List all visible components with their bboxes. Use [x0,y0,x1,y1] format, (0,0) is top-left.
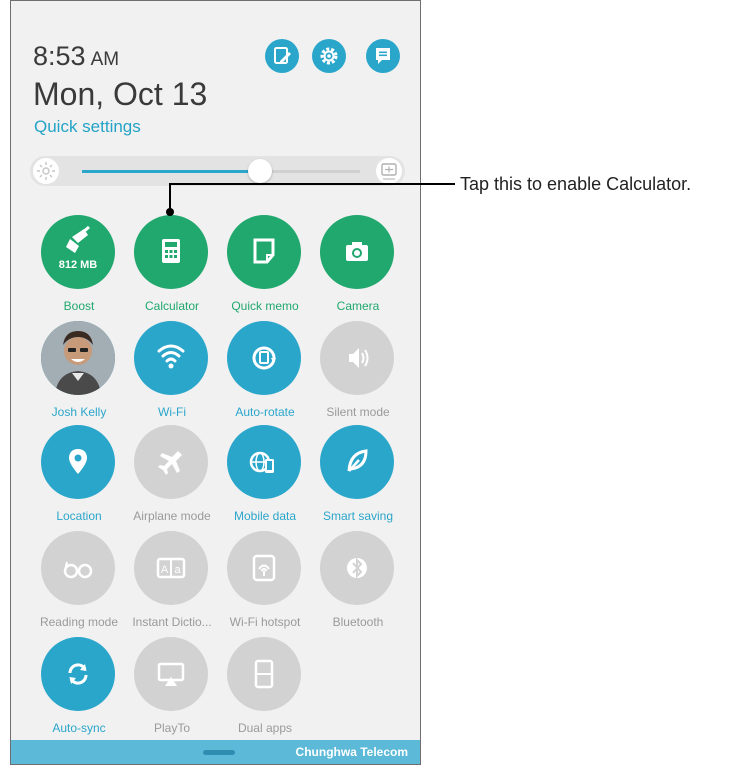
tile-button[interactable] [134,425,208,499]
tile-mobile-data[interactable]: Mobile data [217,425,309,525]
message-button[interactable] [366,39,400,73]
bottom-bar: Chunghwa Telecom [11,740,420,764]
tile-airplane-mode[interactable]: Airplane mode [124,425,216,525]
brightness-track [82,170,360,173]
callout-text: Tap this to enable Calculator. [460,174,692,194]
tile-button[interactable] [41,637,115,711]
settings-button[interactable] [312,39,346,73]
tile-button[interactable] [227,531,301,605]
tile-button[interactable] [134,637,208,711]
tile-button[interactable] [320,425,394,499]
camera-icon [346,242,368,261]
brightness-icon [33,158,59,184]
quick-settings-label: Quick settings [34,117,141,136]
time-ampm: AM [90,49,120,70]
tile-label: Silent mode [326,405,390,419]
tile-button[interactable]: 812 MB [41,215,115,289]
edit-icon [274,47,291,64]
date-label: Mon, Oct 13 [33,76,208,112]
tile-label: Camera [336,299,380,313]
tile-label: Bluetooth [332,615,384,629]
tile-button[interactable] [41,425,115,499]
tile-button[interactable] [134,321,208,395]
tile-playto[interactable]: PlayTo [124,637,216,737]
tile-boost[interactable]: 812 MB Boost [31,215,123,315]
tile-auto-rotate[interactable]: Auto-rotate [217,321,309,421]
message-icon [376,48,390,64]
svg-text:a: a [174,564,181,576]
tile-button[interactable] [134,215,208,289]
tile-reading-mode[interactable]: Reading mode [31,531,123,631]
clock-time: 8:53 AM [33,43,119,70]
svg-text:A: A [161,564,169,576]
auto-brightness-icon[interactable] [376,158,402,184]
tile-wi-fi[interactable]: Wi-Fi [124,321,216,421]
tile-button[interactable] [227,215,301,289]
quick-settings-panel: 8:53 AM Mon, Oct 13 Quick settings 812 M… [10,0,421,765]
tile-auto-sync[interactable]: Auto-sync [31,637,123,737]
contact-photo [41,321,115,395]
tile-location[interactable]: Location [31,425,123,525]
time-value: 8:53 [33,41,86,71]
brightness-slider[interactable] [30,156,405,186]
tile-button[interactable] [320,215,394,289]
settings-icon [320,47,338,65]
auto-rotate-icon [252,346,276,370]
boost-broom-icon [66,225,90,253]
brightness-thumb[interactable] [247,159,272,183]
tile-smart-saving[interactable]: Smart saving [310,425,402,525]
sync-icon [68,663,88,685]
tile-label: Smart saving [322,509,394,523]
hotspot-icon [252,554,276,582]
tile-dual-apps[interactable]: Dual apps [217,637,309,737]
tile-sublabel: 812 MB [58,259,98,271]
tile-button[interactable]: Aa [134,531,208,605]
dual-apps-icon [254,659,274,689]
callout-dot [166,208,174,216]
tile-josh-kelly[interactable]: Josh Kelly [31,321,123,421]
tile-instant-dictio[interactable]: Aa Instant Dictio... [124,531,216,631]
airplane-icon [158,451,182,475]
tile-button[interactable] [320,531,394,605]
tile-button[interactable] [227,321,301,395]
tile-wi-fi-hotspot[interactable]: Wi-Fi hotspot [217,531,309,631]
glasses-icon [63,561,93,579]
tile-camera[interactable]: Camera [310,215,402,315]
callout-line-horizontal [169,183,455,185]
tile-silent-mode[interactable]: Silent mode [310,321,402,421]
silent-mode-icon [349,348,369,368]
bluetooth-icon [347,557,367,579]
drag-handle[interactable] [203,750,235,755]
edit-button[interactable] [265,39,299,73]
tile-button[interactable] [41,531,115,605]
wifi-icon [157,344,185,369]
playto-icon [157,662,185,686]
tile-button[interactable] [41,321,115,395]
mobile-data-icon [249,451,274,473]
brightness-fill [82,170,260,173]
carrier-label: Chunghwa Telecom [295,745,408,759]
tile-label: Dual apps [237,721,293,735]
tile-button[interactable] [227,637,301,711]
memo-icon [253,238,275,264]
tile-bluetooth[interactable]: Bluetooth [310,531,402,631]
tile-button[interactable] [320,321,394,395]
tile-button[interactable] [227,425,301,499]
location-pin-icon [69,449,87,474]
leaf-icon [347,449,368,472]
tile-quick-memo[interactable]: Quick memo [217,215,309,315]
calculator-icon [162,239,180,263]
dictionary-icon: Aa [156,557,186,579]
tile-calculator[interactable]: Calculator [124,215,216,315]
